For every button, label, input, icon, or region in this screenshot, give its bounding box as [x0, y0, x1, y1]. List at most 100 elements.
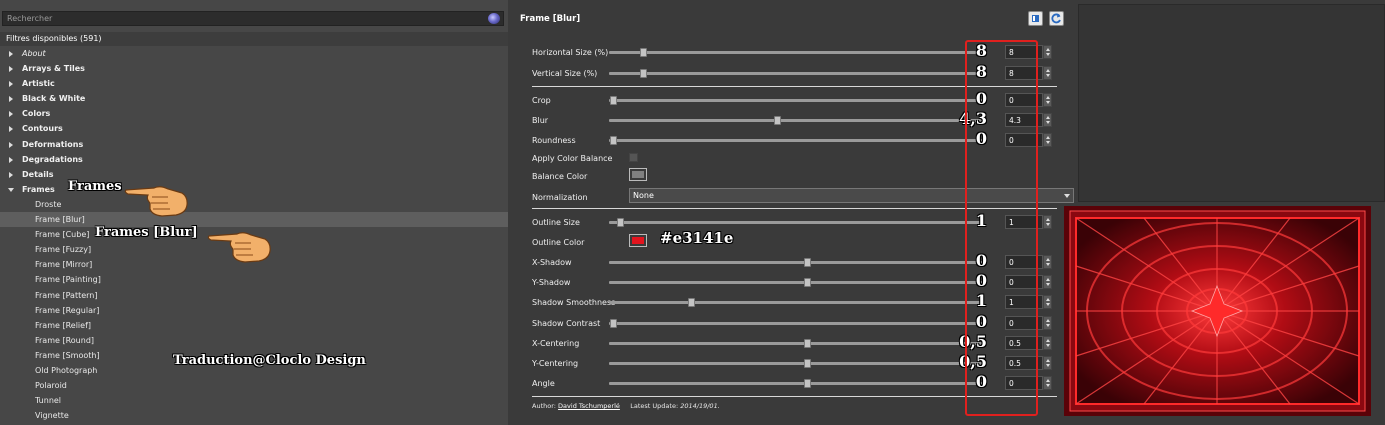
- param-label: Outline Size: [532, 218, 580, 227]
- slider-thumb[interactable]: [617, 218, 625, 227]
- spin-buttons[interactable]: [1043, 215, 1052, 229]
- filter-item[interactable]: Frame [Round]: [0, 333, 508, 348]
- expand-arrow-icon[interactable]: [9, 171, 13, 178]
- category-label: Artistic: [22, 79, 55, 89]
- spin-buttons[interactable]: [1043, 275, 1052, 289]
- outline-color-swatch[interactable]: [629, 234, 647, 247]
- slider-thumb[interactable]: [688, 298, 696, 307]
- spin-buttons[interactable]: [1043, 295, 1052, 309]
- search-box[interactable]: Rechercher: [2, 11, 504, 26]
- search-icon[interactable]: [488, 13, 500, 24]
- slider-thumb[interactable]: [773, 116, 781, 125]
- expand-arrow-icon[interactable]: [9, 156, 13, 163]
- spin-buttons[interactable]: [1043, 255, 1052, 269]
- blur-slider[interactable]: [609, 116, 982, 125]
- category-label: Black & White: [22, 94, 86, 104]
- horizontal-size-slider[interactable]: [609, 48, 982, 57]
- slider-thumb[interactable]: [609, 136, 617, 145]
- category-colors[interactable]: Colors: [0, 106, 508, 121]
- crop-slider[interactable]: [609, 96, 982, 105]
- y-centering-slider[interactable]: [609, 359, 982, 368]
- annotation-frame-blur: Frames [Blur]: [95, 225, 198, 240]
- filters-panel: Rechercher Filtres disponibles (591) Abo…: [0, 0, 508, 425]
- search-input[interactable]: Rechercher: [7, 14, 52, 23]
- shadow-contrast-slider[interactable]: [609, 319, 982, 328]
- slider-thumb[interactable]: [803, 278, 811, 287]
- spin-buttons[interactable]: [1043, 376, 1052, 390]
- color-fill: [632, 237, 644, 244]
- expand-arrow-icon[interactable]: [9, 126, 13, 133]
- filter-item[interactable]: Droste: [0, 197, 508, 212]
- category-deformations[interactable]: Deformations: [0, 137, 508, 152]
- author-link[interactable]: David Tschumperlé: [558, 402, 620, 410]
- author-label: Author:: [532, 402, 556, 410]
- y-shadow-slider[interactable]: [609, 278, 982, 287]
- category-label: Details: [22, 169, 54, 179]
- spin-buttons[interactable]: [1043, 316, 1052, 330]
- outline-size-slider[interactable]: [609, 218, 982, 227]
- category-black-white[interactable]: Black & White: [0, 91, 508, 106]
- filter-item[interactable]: Frame [Pattern]: [0, 288, 508, 303]
- preview-area: [1078, 4, 1385, 202]
- slider-thumb[interactable]: [803, 379, 811, 388]
- balance-color-swatch[interactable]: [629, 168, 647, 181]
- filter-item[interactable]: Polaroid: [0, 378, 508, 393]
- category-label: Frames: [22, 184, 55, 194]
- category-label: About: [22, 49, 46, 58]
- spin-buttons[interactable]: [1043, 356, 1052, 370]
- category-artistic[interactable]: Artistic: [0, 76, 508, 91]
- spin-buttons[interactable]: [1043, 133, 1052, 147]
- slider-thumb[interactable]: [803, 258, 811, 267]
- param-label: Balance Color: [532, 172, 588, 181]
- annotation-credit: Traduction@Cloclo Design: [173, 353, 366, 368]
- expand-arrow-icon[interactable]: [9, 51, 13, 57]
- vertical-size-slider[interactable]: [609, 69, 982, 78]
- param-label: Normalization: [532, 193, 588, 202]
- expand-arrow-icon[interactable]: [9, 81, 13, 88]
- chevron-down-icon: [1064, 194, 1070, 198]
- slider-thumb[interactable]: [609, 96, 617, 105]
- param-label: X-Centering: [532, 339, 580, 348]
- angle-slider[interactable]: [609, 379, 982, 388]
- collapse-arrow-icon[interactable]: [8, 187, 14, 192]
- author-line: Author: David Tschumperlé Latest Update:…: [532, 402, 720, 410]
- category-contours[interactable]: Contours: [0, 121, 508, 136]
- category-label: Contours: [22, 124, 63, 134]
- filter-item[interactable]: Frame [Relief]: [0, 318, 508, 333]
- filter-item[interactable]: Frame [Regular]: [0, 303, 508, 318]
- param-label: X-Shadow: [532, 258, 572, 267]
- param-label: Horizontal Size (%): [532, 48, 609, 57]
- spin-buttons[interactable]: [1043, 45, 1052, 59]
- spin-buttons[interactable]: [1043, 93, 1052, 107]
- category-label: Colors: [22, 109, 51, 119]
- roundness-slider[interactable]: [609, 136, 982, 145]
- spin-buttons[interactable]: [1043, 113, 1052, 127]
- category-degradations[interactable]: Degradations: [0, 152, 508, 167]
- expand-arrow-icon[interactable]: [9, 66, 13, 73]
- layout-button[interactable]: [1028, 11, 1043, 26]
- slider-thumb[interactable]: [609, 319, 617, 328]
- spin-buttons[interactable]: [1043, 66, 1052, 80]
- filter-item-selected[interactable]: Frame [Blur]: [0, 212, 508, 228]
- slider-thumb[interactable]: [639, 48, 647, 57]
- slider-thumb[interactable]: [803, 339, 811, 348]
- refresh-button[interactable]: [1049, 11, 1064, 26]
- slider-thumb[interactable]: [639, 69, 647, 78]
- slider-thumb[interactable]: [803, 359, 811, 368]
- x-shadow-slider[interactable]: [609, 258, 982, 267]
- filter-item[interactable]: Frame [Painting]: [0, 272, 508, 287]
- category-arrays-tiles[interactable]: Arrays & Tiles: [0, 61, 508, 76]
- category-about[interactable]: About: [0, 46, 508, 61]
- filter-item[interactable]: Vignette: [0, 408, 508, 423]
- expand-arrow-icon[interactable]: [9, 96, 13, 103]
- filter-item[interactable]: Tunnel: [0, 393, 508, 408]
- spin-buttons[interactable]: [1043, 336, 1052, 350]
- shadow-smoothness-slider[interactable]: [609, 298, 982, 307]
- param-label: Crop: [532, 96, 551, 105]
- expand-arrow-icon[interactable]: [9, 141, 13, 148]
- annotation-highlight-box: [965, 40, 1038, 416]
- expand-arrow-icon[interactable]: [9, 111, 13, 118]
- apply-color-balance-checkbox[interactable]: [629, 153, 638, 162]
- preview-image: [1064, 206, 1371, 416]
- x-centering-slider[interactable]: [609, 339, 982, 348]
